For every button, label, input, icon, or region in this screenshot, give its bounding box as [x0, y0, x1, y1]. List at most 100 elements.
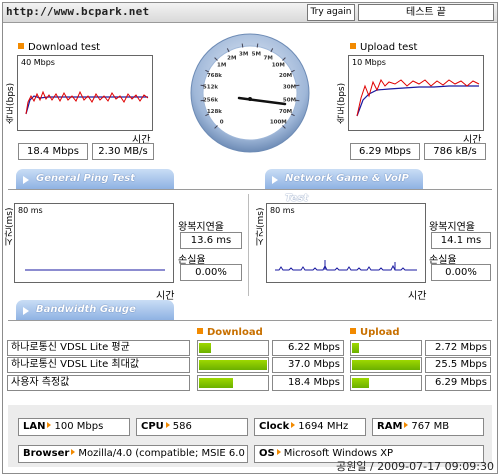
upload-bar: [352, 378, 369, 388]
download-chart-lines: [25, 90, 149, 115]
orange-bullet-icon: [18, 43, 24, 49]
upload-kbs: 786 kB/s: [424, 143, 486, 160]
upload-bar-cell: [350, 340, 422, 356]
upload-bar-cell: [350, 357, 422, 373]
game-chart: 80 ms: [266, 203, 426, 283]
test-status: 테스트 끝: [358, 4, 494, 21]
download-bar-cell: [197, 340, 269, 356]
upload-y-label: 속도(bps): [337, 82, 347, 124]
gauge-tick-mark: [200, 99, 205, 102]
orange-bullet-icon: [350, 328, 356, 334]
gauge-tick-label: 3M: [239, 52, 248, 58]
ram-info: RAM 767 MB: [372, 418, 484, 436]
tab-bandwidth-gauge[interactable]: Bandwidth Gauge: [16, 300, 174, 320]
upload-value: 6.29 Mbps: [425, 375, 491, 391]
gauge-tick-label: 768k: [207, 73, 222, 79]
gauge-tick-label: 256k: [203, 97, 218, 103]
upload-chart: 10 Mbps: [348, 55, 484, 131]
gauge-hub: [248, 97, 252, 101]
upload-mbps: 6.29 Mbps: [350, 143, 420, 160]
download-bar-cell: [197, 375, 269, 391]
gauge-tick-mark: [241, 43, 244, 48]
gauge-tick-label: 0: [220, 119, 224, 125]
speed-gauge: 0128k256k512k768k1M2M3M 5M7M10M20M30M50M7…: [190, 33, 310, 153]
bandwidth-row-label: 사용자 측정값: [7, 375, 190, 391]
gauge-tick-label: 7M: [264, 55, 273, 61]
download-bar: [199, 378, 233, 388]
tab-general-ping[interactable]: General Ping Test: [16, 169, 174, 189]
divider: [8, 320, 492, 321]
gauge-tick-label: 512k: [203, 85, 218, 91]
ping-rtt-label: 왕복지연율: [178, 222, 224, 233]
tab-arrow-icon: [272, 176, 278, 184]
gauge-tick-label: 1M: [217, 63, 226, 69]
gauge-tick-mark: [200, 84, 205, 87]
orange-bullet-icon: [350, 43, 356, 49]
gauge-tick-label: 70M: [279, 109, 292, 115]
tab-network-game[interactable]: Network Game & VoIP Test: [265, 169, 423, 204]
gauge-tick-label: 2M: [227, 55, 236, 61]
ping-chart: 80 ms: [14, 203, 174, 283]
upload-value: 2.72 Mbps: [425, 340, 491, 356]
orange-arrow-icon: [71, 449, 76, 455]
upload-bar: [352, 360, 420, 370]
upload-bar: [352, 343, 359, 353]
try-again-button[interactable]: Try again: [307, 4, 355, 21]
gauge-tick-label: 50M: [283, 97, 296, 103]
download-y-label: 속도(bps): [6, 82, 16, 124]
download-test-title: Download test: [18, 42, 100, 53]
download-avg-line: [25, 95, 148, 115]
game-latency-line: [275, 264, 417, 271]
bandwidth-row-label: 하나로통신 VDSL Lite 최대값: [7, 357, 190, 373]
upload-avg-line: [356, 85, 479, 117]
gauge-tick-label: 100M: [270, 119, 287, 125]
upload-bar-cell: [350, 375, 422, 391]
game-x-label: 시간: [408, 291, 427, 302]
download-speed-line: [25, 90, 149, 115]
gauge-tick-label: 10M: [272, 63, 285, 69]
upload-value: 25.5 Mbps: [425, 357, 491, 373]
tab-arrow-icon: [23, 307, 29, 315]
ping-loss-value: 0.00%: [180, 264, 242, 281]
orange-bullet-icon: [197, 328, 203, 334]
download-chart: 40 Mbps: [17, 55, 153, 131]
orange-arrow-icon: [276, 449, 281, 455]
download-value: 6.22 Mbps: [272, 340, 344, 356]
orange-arrow-icon: [165, 422, 170, 428]
gauge-tick-label: 30M: [283, 85, 296, 91]
game-chart-lines: [275, 260, 417, 271]
download-mbps: 18.4 Mbps: [18, 143, 88, 160]
divider: [248, 194, 249, 296]
bandwidth-row-label: 하나로통신 VDSL Lite 평균: [7, 340, 190, 356]
download-value: 37.0 Mbps: [272, 357, 344, 373]
download-bar: [199, 360, 267, 370]
divider: [8, 189, 492, 190]
game-rtt-label: 왕복지연율: [429, 222, 475, 233]
gauge-tick-label: 20M: [279, 73, 292, 79]
cpu-info: CPU 586: [136, 418, 248, 436]
gauge-tick-mark: [256, 43, 259, 48]
game-loss-value: 0.00%: [431, 264, 491, 281]
orange-arrow-icon: [404, 422, 409, 428]
download-value: 18.4 Mbps: [272, 375, 344, 391]
gauge-tick-mark: [295, 84, 300, 87]
ping-rtt-value: 13.6 ms: [180, 232, 242, 249]
tab-arrow-icon: [23, 176, 29, 184]
gauge-tick-mark: [295, 99, 300, 102]
download-bar: [199, 343, 211, 353]
ping-chart-lines: [25, 269, 165, 271]
browser-info: Browser Mozilla/4.0 (compatible; MSIE 6.0: [18, 445, 248, 463]
game-rtt-value: 14.1 ms: [431, 232, 491, 249]
gauge-tick-label: 5M: [252, 52, 261, 58]
clock-info: Clock 1694 MHz: [254, 418, 366, 436]
download-mbs: 2.30 MB/s: [92, 143, 154, 160]
orange-arrow-icon: [291, 422, 296, 428]
orange-arrow-icon: [47, 422, 52, 428]
upload-chart-lines: [356, 78, 480, 117]
site-url[interactable]: http://www.bcpark.net: [6, 5, 149, 18]
download-bar-cell: [197, 357, 269, 373]
upload-test-title: Upload test: [350, 42, 417, 53]
lan-info: LAN 100 Mbps: [18, 418, 130, 436]
timestamp-stamp: 공원일 / 2009-07-17 09:09:30: [336, 460, 494, 473]
bandwidth-upload-header: Upload: [350, 327, 399, 338]
